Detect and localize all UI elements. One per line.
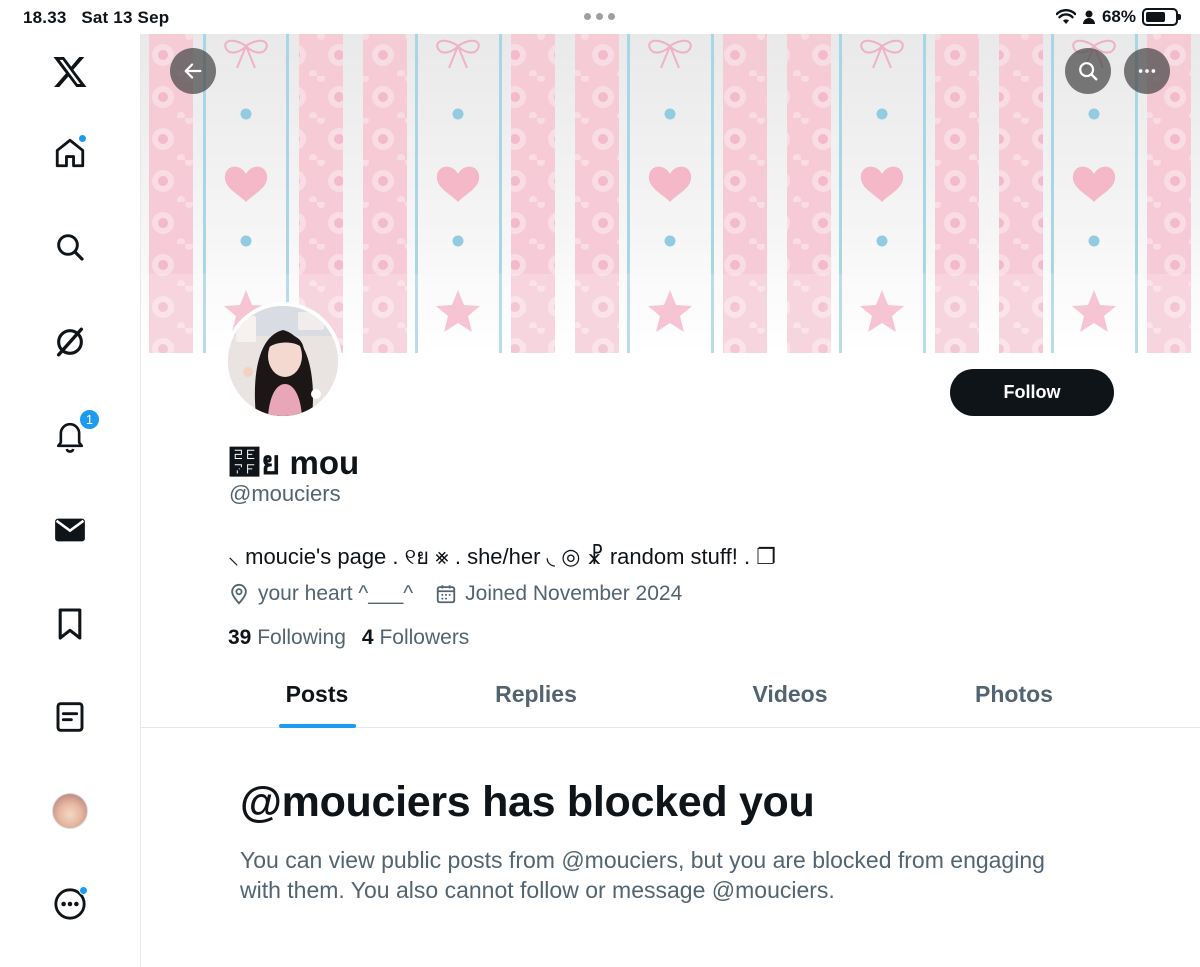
tab-videos[interactable]: Videos [713, 662, 867, 727]
tab-replies[interactable]: Replies [459, 662, 613, 727]
tab-posts[interactable]: Posts [241, 662, 393, 727]
search-icon [1079, 62, 1098, 81]
sidebar-item-bookmarks[interactable] [50, 604, 90, 644]
ellipsis-icon [1138, 69, 1156, 73]
profile-search-button[interactable] [1065, 48, 1111, 94]
profile-joined-date: Joined November 2024 [465, 582, 683, 605]
sidebar-item-grok[interactable] [50, 322, 90, 362]
blocked-message: You can view public posts from @mouciers… [240, 847, 1045, 903]
sidebar: 1 [0, 34, 141, 967]
grok-icon [56, 327, 84, 357]
more-notification-dot [79, 886, 88, 895]
followers-count: 4 [361, 626, 374, 649]
avatar [52, 793, 88, 829]
avatar-image [228, 306, 338, 416]
sidebar-item-notifications[interactable]: 1 [50, 409, 100, 456]
followers-link[interactable]: 4 Followers [362, 626, 469, 650]
person-icon [1082, 10, 1095, 24]
sidebar-item-more[interactable] [50, 884, 90, 924]
sidebar-item-lists[interactable] [50, 697, 90, 737]
followers-label: Followers [379, 626, 470, 649]
profile-meta: your heart ^___^ Joined November 2024 [228, 582, 682, 606]
envelope-icon [55, 518, 85, 542]
active-tab-indicator [279, 724, 356, 728]
status-time-date: 18.33 Sat 13 Sep [23, 8, 170, 27]
x-logo-icon[interactable] [50, 52, 90, 92]
following-link[interactable]: 39 Following [228, 626, 346, 650]
sidebar-item-messages[interactable] [50, 510, 90, 550]
profile-location: your heart ^___^ [258, 582, 414, 605]
sidebar-item-explore[interactable] [50, 227, 90, 267]
blocked-title: @mouciers has blocked you [240, 778, 815, 826]
follow-stats: 39 Following 4 Followers [228, 626, 469, 650]
follow-button[interactable]: Follow [950, 369, 1114, 416]
sidebar-item-profile[interactable] [50, 791, 90, 831]
list-icon [56, 702, 84, 732]
more-options-button[interactable] [1124, 48, 1170, 94]
back-button[interactable] [170, 48, 216, 94]
status-indicators: 68% [1055, 7, 1181, 27]
sidebar-item-home[interactable] [50, 133, 90, 173]
profile-bio: ⸜ moucie's page . ୧ย ⨳ . she/her ◟ ◎ ☧ r… [228, 544, 776, 569]
following-count: 39 [228, 626, 252, 649]
wifi-icon [1055, 9, 1076, 24]
username-handle: @mouciers [229, 481, 341, 506]
profile-avatar[interactable] [224, 302, 342, 420]
notifications-badge: 1 [79, 409, 100, 430]
arrow-left-icon [184, 63, 202, 79]
calendar-icon [435, 583, 457, 605]
tab-photos[interactable]: Photos [937, 662, 1091, 727]
location-pin-icon [228, 583, 250, 605]
status-bar: 18.33 Sat 13 Sep 68% [0, 0, 1200, 34]
following-label: Following [257, 626, 346, 649]
home-notification-dot [78, 134, 87, 143]
battery-icon [1142, 8, 1181, 26]
multitasking-dots[interactable] [584, 13, 615, 20]
search-icon [57, 234, 84, 261]
profile-tabs: Posts Replies Videos Photos [141, 662, 1200, 728]
battery-percent: 68% [1101, 7, 1136, 26]
bookmark-icon [58, 608, 82, 640]
